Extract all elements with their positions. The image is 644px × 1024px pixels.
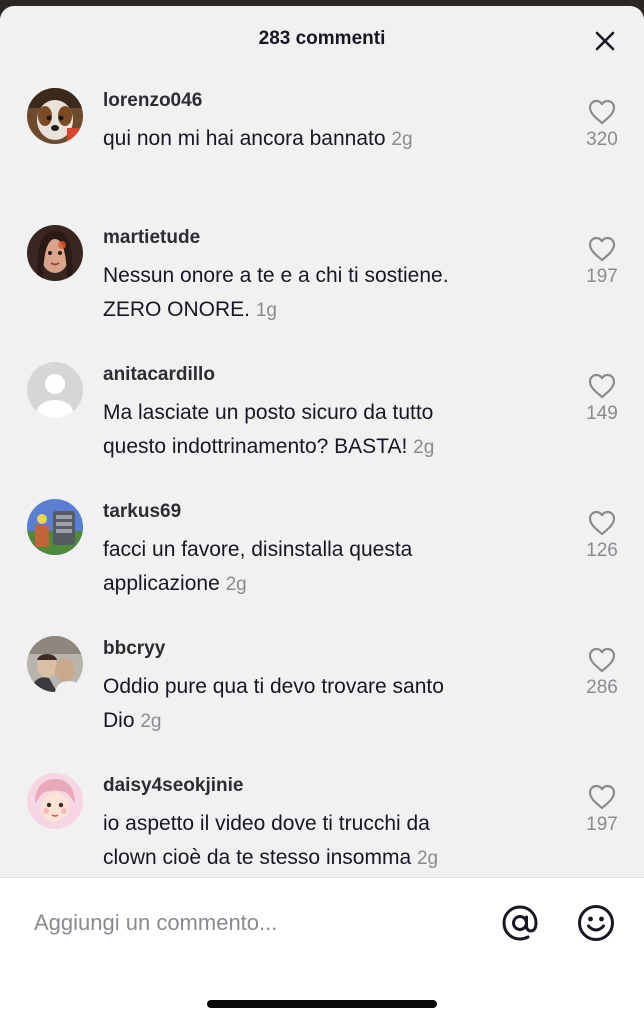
comment-text-line: Nessun onore a te e a chi ti sostiene. — [103, 264, 449, 287]
like-button[interactable]: 126 — [582, 510, 622, 562]
comments-list[interactable]: lorenzo046 qui non mi hai ancora bannato… — [0, 72, 644, 894]
comment-item[interactable]: tarkus69 facci un favore, disinstalla qu… — [0, 483, 644, 620]
comment-text: qui non mi hai ancora bannato 2g — [103, 122, 533, 157]
people-photo-avatar[interactable] — [27, 636, 83, 692]
comments-sheet: 283 commenti lorenzo046 qui non mi hai a… — [0, 6, 644, 1024]
like-count: 149 — [586, 403, 618, 424]
comment-text-line: Dio — [103, 709, 135, 732]
cartoon-photo-avatar[interactable] — [27, 773, 83, 829]
like-button[interactable]: 149 — [582, 373, 622, 425]
comments-header: 283 commenti — [0, 6, 644, 72]
heart-icon — [588, 784, 616, 810]
heart-icon — [588, 510, 616, 536]
like-count: 286 — [586, 677, 618, 698]
close-icon — [595, 31, 615, 51]
comment-time: 2g — [140, 711, 162, 732]
smiley-icon — [578, 905, 614, 941]
like-count: 197 — [586, 814, 618, 835]
emoji-button[interactable] — [576, 903, 616, 943]
default-avatar[interactable] — [27, 362, 83, 418]
comment-text-line: ZERO ONORE. — [103, 298, 251, 321]
like-count: 197 — [586, 266, 618, 287]
comment-username[interactable]: bbcryy — [103, 638, 165, 660]
comment-composer — [0, 877, 644, 1024]
like-count: 126 — [586, 540, 618, 561]
comment-text: Oddio pure qua ti devo trovare santo Dio… — [103, 670, 533, 739]
comment-text-line: facci un favore, disinstalla questa — [103, 538, 413, 561]
heart-icon — [588, 373, 616, 399]
comment-username[interactable]: anitacardillo — [103, 364, 215, 386]
like-button[interactable]: 320 — [582, 99, 622, 151]
comment-text: io aspetto il video dove ti trucchi da c… — [103, 807, 533, 876]
comments-count-title: 283 commenti — [258, 28, 386, 49]
like-count: 320 — [586, 129, 618, 150]
comment-time: 2g — [416, 848, 439, 869]
comment-username[interactable]: martietude — [103, 227, 200, 249]
like-button[interactable]: 197 — [582, 784, 622, 836]
home-indicator[interactable] — [207, 1000, 437, 1008]
comment-item[interactable]: daisy4seokjinie io aspetto il video dove… — [0, 757, 644, 894]
heart-icon — [588, 99, 616, 125]
comment-item[interactable]: bbcryy Oddio pure qua ti devo trovare sa… — [0, 620, 644, 757]
comment-time: 2g — [391, 129, 413, 150]
comment-username[interactable]: tarkus69 — [103, 501, 181, 523]
heart-icon — [588, 647, 616, 673]
woman-photo-avatar[interactable] — [27, 225, 83, 281]
comment-input[interactable] — [32, 902, 456, 944]
comment-username[interactable]: lorenzo046 — [103, 90, 202, 112]
comment-text-line: clown cioè da te stesso insomma — [103, 846, 412, 869]
comment-text-line: qui non mi hai ancora bannato — [103, 127, 386, 150]
comment-text-line: io aspetto il video dove ti trucchi da — [103, 812, 430, 835]
comment-time: 1g — [255, 300, 277, 321]
comment-text: facci un favore, disinstalla questa appl… — [103, 533, 533, 602]
close-button[interactable] — [592, 28, 618, 54]
comment-text: Nessun onore a te e a chi ti sostiene. Z… — [103, 259, 533, 328]
mention-button[interactable] — [500, 903, 540, 943]
like-button[interactable]: 197 — [582, 236, 622, 288]
comment-item[interactable]: lorenzo046 qui non mi hai ancora bannato… — [0, 72, 644, 209]
heart-icon — [588, 236, 616, 262]
comment-time: 2g — [225, 574, 247, 595]
comment-text-line: questo indottrinamento? BASTA! — [103, 435, 408, 458]
comment-text-line: applicazione — [103, 572, 220, 595]
comment-time: 2g — [413, 437, 435, 458]
like-button[interactable]: 286 — [582, 647, 622, 699]
comment-username[interactable]: daisy4seokjinie — [103, 775, 243, 797]
comment-item[interactable]: anitacardillo Ma lasciate un posto sicur… — [0, 346, 644, 483]
comment-item[interactable]: martietude Nessun onore a te e a chi ti … — [0, 209, 644, 346]
comment-text-line: Oddio pure qua ti devo trovare santo — [103, 675, 444, 698]
robot-photo-avatar[interactable] — [27, 499, 83, 555]
comment-text: Ma lasciate un posto sicuro da tutto que… — [103, 396, 533, 465]
comment-text-line: Ma lasciate un posto sicuro da tutto — [103, 401, 434, 424]
dog-photo-avatar[interactable] — [27, 88, 83, 144]
at-sign-icon — [502, 905, 538, 941]
